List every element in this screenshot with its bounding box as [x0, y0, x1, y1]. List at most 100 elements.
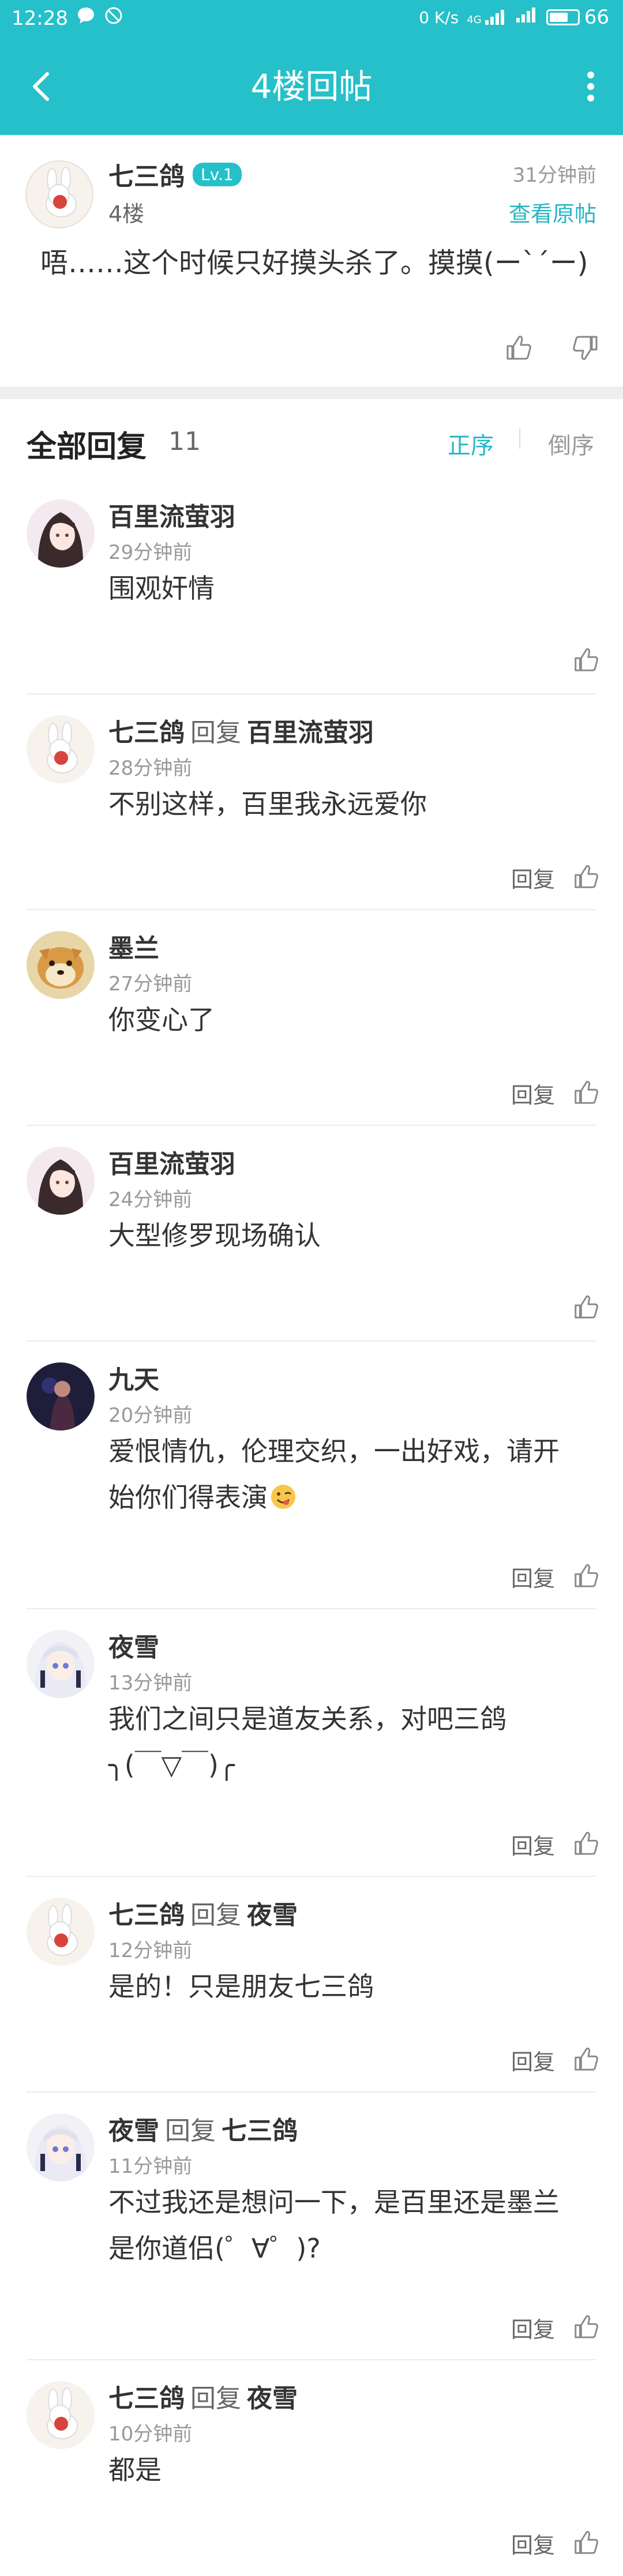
like-button[interactable]: [572, 1293, 600, 1323]
reply-target[interactable]: 百里流萤羽: [247, 712, 374, 749]
reply-item[interactable]: 九天 20分钟前爱恨情仇，伦理交织，一出好戏，请开始你们得表演回复: [0, 1342, 623, 1609]
more-vertical-icon: [587, 72, 594, 102]
reply-author[interactable]: 百里流萤羽: [108, 1143, 235, 1180]
page-title: 4楼回帖: [250, 67, 373, 106]
avatar[interactable]: [27, 2381, 95, 2449]
dislike-button[interactable]: [571, 333, 600, 362]
thumbs-up-icon: [575, 2047, 598, 2071]
section-divider: [0, 386, 623, 399]
reply-author[interactable]: 九天: [108, 1359, 159, 1396]
reply-content: 不别这样，百里我永远爱你: [108, 788, 427, 820]
avatar[interactable]: [27, 1147, 95, 1215]
reply-actions: 回复: [511, 2312, 600, 2344]
reply-content: 我们之间只是道友关系，对吧三鸽 ╮(￣▽￣)╭: [108, 1703, 506, 1781]
avatar[interactable]: [27, 1898, 95, 1966]
thumbs-up-icon: [575, 1080, 598, 1104]
avatar[interactable]: [27, 1362, 95, 1430]
reply-to-word: 回复: [165, 2116, 216, 2146]
reply-content: 不过我还是想问一下，是百里还是墨兰是你道侣(゜∀゜)?: [108, 2187, 560, 2264]
avatar[interactable]: [27, 931, 95, 999]
reply-content: 爱恨情仇，伦理交织，一出好戏，请开始你们得表演: [108, 1436, 560, 1513]
reply-actions: 回复: [511, 2044, 600, 2076]
reply-item[interactable]: 墨兰 27分钟前 你变心了 回复: [0, 910, 623, 1126]
like-button[interactable]: [572, 863, 600, 893]
nav-bar: 4楼回帖: [0, 38, 623, 135]
sort-ascending-tab[interactable]: 正序: [448, 427, 494, 460]
thumbs-up-icon: [575, 2530, 598, 2554]
reply-item[interactable]: 夜雪 13分钟前 我们之间只是道友关系，对吧三鸽 ╮(￣▽￣)╭ 回复: [0, 1609, 623, 1877]
reply-actions: 回复: [511, 1561, 600, 1593]
like-button[interactable]: [572, 1830, 600, 1860]
reply-item[interactable]: 夜雪 回复 七三鸽 11分钟前 不过我还是想问一下，是百里还是墨兰是你道侣(゜∀゜)? 回…: [0, 2093, 623, 2360]
reply-item[interactable]: 七三鸽 回复 百里流萤羽 28分钟前 不别这样，百里我永远爱你 回复: [0, 694, 623, 910]
avatar[interactable]: [27, 2113, 95, 2181]
more-menu-button[interactable]: [573, 63, 608, 110]
battery-indicator: 66: [546, 6, 609, 29]
thumbs-up-icon: [575, 1564, 598, 1587]
reply-item[interactable]: 百里流萤羽 24分钟前 大型修罗现场确认: [0, 1126, 623, 1342]
replies-header: 全部回复 11 正序 倒序: [0, 399, 623, 480]
replies-count: 11: [168, 427, 201, 456]
reply-button[interactable]: 回复: [511, 862, 555, 893]
like-button[interactable]: [572, 2529, 600, 2559]
reply-button[interactable]: 回复: [511, 1561, 555, 1593]
status-time: 12:28: [12, 6, 68, 30]
avatar[interactable]: [27, 1630, 95, 1698]
reply-author[interactable]: 夜雪: [108, 1627, 159, 1663]
reply-author[interactable]: 七三鸽: [108, 1894, 185, 1931]
reply-button[interactable]: 回复: [511, 1828, 555, 1860]
reply-time: 20分钟前: [108, 1404, 193, 1427]
thumbs-up-icon: [575, 1831, 598, 1855]
thumbs-up-icon: [575, 2315, 598, 2338]
signal-4g-icon: 4G: [467, 9, 506, 26]
reply-author[interactable]: 七三鸽: [108, 2378, 185, 2414]
network-type: 4G: [467, 14, 482, 26]
reply-button[interactable]: 回复: [511, 2044, 555, 2076]
floor-number: 4楼: [108, 201, 145, 227]
reply-actions: 回复: [511, 2528, 600, 2559]
reply-button[interactable]: 回复: [511, 2312, 555, 2344]
view-original-link[interactable]: 查看原帖: [509, 196, 596, 228]
message-icon: [76, 6, 96, 31]
reply-item[interactable]: 百里流萤羽 29分钟前 围观奸情: [0, 479, 623, 694]
reply-actions: [572, 646, 600, 676]
like-button[interactable]: [572, 1079, 600, 1109]
reply-button[interactable]: 回复: [511, 2528, 555, 2559]
like-button[interactable]: [572, 1562, 600, 1592]
thumbs-down-icon: [573, 336, 598, 360]
avatar[interactable]: [27, 715, 95, 783]
like-button[interactable]: [504, 333, 533, 362]
avatar[interactable]: [25, 160, 93, 228]
reply-item[interactable]: 七三鸽 回复 夜雪 12分钟前 是的！只是朋友七三鸽 回复: [0, 1877, 623, 2093]
reply-author[interactable]: 夜雪: [108, 2110, 159, 2147]
sort-descending-tab[interactable]: 倒序: [548, 427, 594, 460]
thumbs-up-icon: [575, 865, 598, 888]
reply-time: 27分钟前: [108, 972, 193, 996]
avatar[interactable]: [27, 500, 95, 568]
reply-author[interactable]: 七三鸽: [108, 712, 185, 749]
like-button[interactable]: [572, 646, 600, 676]
signal-icon: [515, 6, 538, 29]
reply-name-row: 七三鸽 回复 夜雪: [108, 1894, 298, 1931]
reply-content: 是的！只是朋友七三鸽: [108, 1971, 374, 2002]
reply-content: 都是: [108, 2454, 162, 2485]
reply-actions: 回复: [511, 1828, 600, 1860]
like-button[interactable]: [572, 2313, 600, 2343]
reply-time: 28分钟前: [108, 757, 193, 780]
reply-target[interactable]: 七三鸽: [222, 2110, 298, 2147]
reply-author[interactable]: 墨兰: [108, 927, 159, 964]
post-time: 31分钟前: [512, 164, 596, 187]
reply-to-word: 回复: [190, 718, 241, 748]
reply-item[interactable]: 七三鸽 回复 夜雪 10分钟前 都是 回复: [0, 2360, 623, 2576]
reply-target[interactable]: 夜雪: [247, 1894, 298, 1931]
reply-actions: 回复: [511, 862, 600, 893]
level-badge: Lv.1: [193, 162, 242, 186]
reply-button[interactable]: 回复: [511, 1077, 555, 1109]
post-author[interactable]: 七三鸽: [108, 156, 185, 193]
reply-author[interactable]: 百里流萤羽: [108, 496, 235, 533]
reply-name-row: 墨兰: [108, 927, 159, 964]
thumbs-up-icon: [575, 1295, 598, 1319]
reply-target[interactable]: 夜雪: [247, 2378, 298, 2414]
like-button[interactable]: [572, 2045, 600, 2075]
app-bar: 12:28 0 K/s 4G 66 4楼回帖: [0, 0, 623, 135]
